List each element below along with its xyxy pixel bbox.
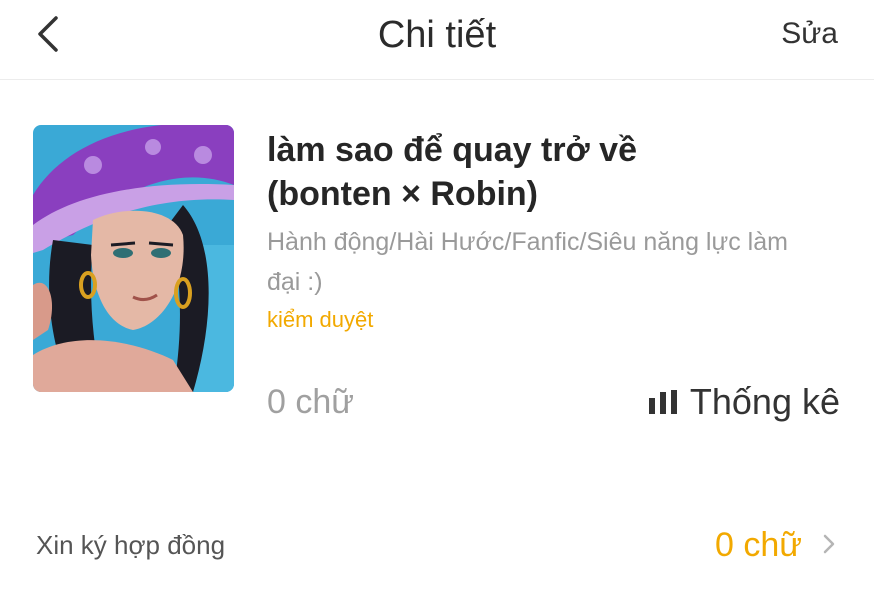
contract-request-row[interactable]: Xin ký hợp đồng 0 chữ — [0, 515, 874, 575]
statistics-label: Thống kê — [689, 381, 840, 422]
contract-word-count: 0 chữ — [714, 526, 802, 564]
status-badge: kiểm duyệt — [267, 307, 374, 332]
word-count: 0 chữ — [267, 383, 355, 421]
contract-label: Xin ký hợp đồng — [36, 530, 226, 560]
chevron-left-icon — [38, 16, 58, 52]
book-title: làm sao để quay trở về (bonten × Robin) — [267, 131, 637, 213]
page-title: Chi tiết — [377, 14, 497, 56]
back-button[interactable] — [30, 12, 70, 56]
chevron-right-icon — [823, 534, 835, 554]
edit-button[interactable]: Sửa — [781, 14, 838, 54]
book-genres: Hành động/Hài Hước/Fanfic/Siêu năng lực … — [267, 228, 788, 296]
bar-chart-icon — [648, 390, 677, 414]
statistics-button[interactable]: Thống kê — [648, 380, 840, 424]
book-cover-image[interactable] — [33, 125, 234, 392]
header-bar: Chi tiết Sửa — [0, 0, 874, 80]
